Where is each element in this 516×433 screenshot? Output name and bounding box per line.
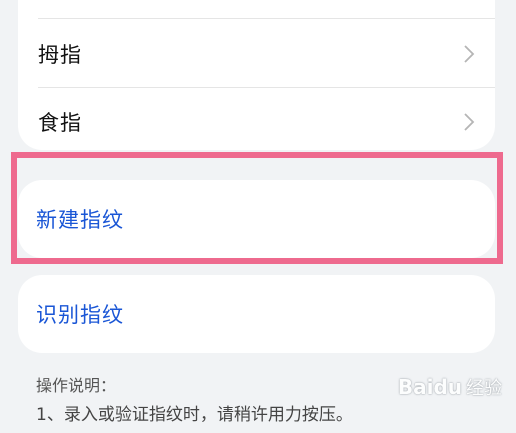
fingerprint-list-card: 拇指 食指 <box>18 0 495 150</box>
instructions-title: 操作说明： <box>36 376 117 395</box>
fingerprint-item-index[interactable]: 食指 <box>18 89 495 155</box>
baidu-watermark: Baidu 经验 <box>398 374 502 400</box>
chevron-right-icon <box>464 45 475 63</box>
watermark-brand: Baidu <box>397 375 462 399</box>
divider <box>38 18 495 19</box>
watermark-sub: 经验 <box>466 378 502 399</box>
highlight-annotation <box>11 152 503 264</box>
fingerprint-item-label: 食指 <box>38 111 82 135</box>
fingerprint-item-thumb[interactable]: 拇指 <box>18 21 495 87</box>
divider <box>38 87 495 88</box>
fingerprint-item-label: 拇指 <box>38 43 82 67</box>
identify-fingerprint-label: 识别指纹 <box>36 303 124 327</box>
chevron-right-icon <box>464 113 475 131</box>
identify-fingerprint-button[interactable]: 识别指纹 <box>18 275 495 353</box>
instructions-text: 1、录入或验证指纹时，请稍许用力按压。 <box>36 405 353 425</box>
